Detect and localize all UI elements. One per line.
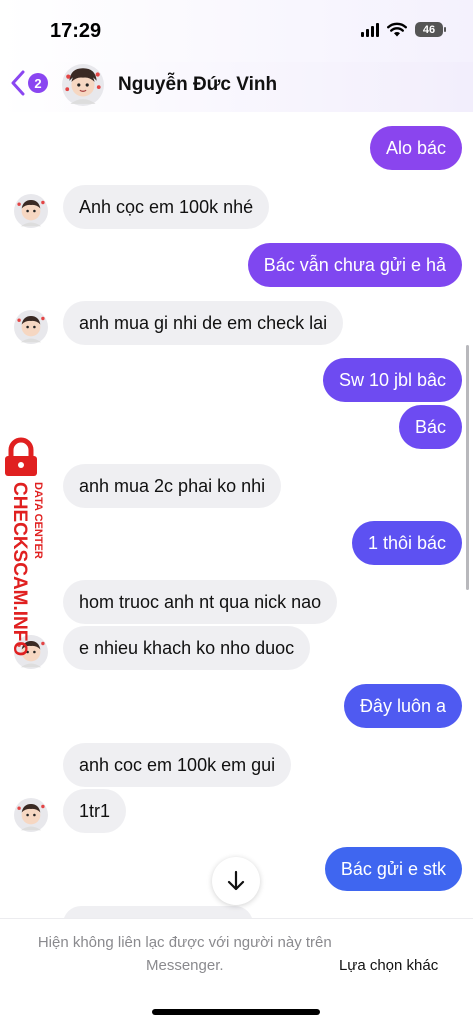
message-bubble-incoming[interactable]: e nhieu khach ko nho duoc xyxy=(63,626,311,670)
unavailable-notice: Hiện không liên lạc được với người này t… xyxy=(0,931,473,977)
watermark-sub-text: DATA CENTER xyxy=(32,482,44,559)
other-options-link[interactable]: Lựa chọn khác xyxy=(339,957,438,974)
message-bubble-outgoing[interactable]: Bác vẫn chưa gửi e hả xyxy=(247,243,462,287)
message-bubble-outgoing[interactable]: 1 thôi bác xyxy=(351,521,462,565)
status-bar: 17:29 46 xyxy=(0,0,473,62)
home-indicator[interactable] xyxy=(152,1009,320,1015)
message-bubble-outgoing[interactable]: Bác xyxy=(398,405,462,449)
contact-name[interactable]: Nguyễn Đức Vinh xyxy=(118,74,277,96)
message-bubble-incoming[interactable]: Anh cọc em 100k nhé xyxy=(63,185,270,229)
chevron-left-icon xyxy=(10,70,26,96)
wifi-icon xyxy=(387,22,407,37)
sender-avatar[interactable] xyxy=(14,310,48,344)
conversation-header: 2 Nguyễn Đức Vinh xyxy=(0,62,473,112)
message-bubble-incoming[interactable]: hom truoc anh nt qua nick nao xyxy=(63,580,338,624)
message-bubble-outgoing[interactable]: Sw 10 jbl bâc xyxy=(322,358,462,402)
arrow-down-icon xyxy=(227,870,245,891)
status-time: 17:29 xyxy=(50,20,102,42)
sender-avatar[interactable] xyxy=(14,798,48,832)
message-bubble-outgoing[interactable]: Đây luôn a xyxy=(343,684,462,728)
watermark-brand-text: CHECKSCAM.INFO xyxy=(9,482,30,656)
contact-avatar[interactable] xyxy=(62,64,104,106)
status-icons: 46 xyxy=(361,22,446,37)
scrollbar[interactable] xyxy=(466,345,469,590)
message-bubble-incoming[interactable]: 1tr1 xyxy=(63,789,127,833)
message-bubble-incoming[interactable]: anh mua 2c phai ko nhi xyxy=(63,464,282,508)
unavailable-notice-text: Hiện không liên lạc được với người này t… xyxy=(37,934,332,974)
cellular-signal-icon xyxy=(361,22,379,37)
back-button[interactable]: 2 xyxy=(10,70,48,96)
scroll-to-bottom-button[interactable] xyxy=(212,857,260,905)
checkscam-watermark-logo: CHECKSCAM.INFO DATA CENTER xyxy=(5,437,44,656)
unread-count-badge: 2 xyxy=(28,73,48,93)
message-bubble-incoming[interactable]: anh coc em 100k em gui xyxy=(63,743,292,787)
message-bubble-outgoing[interactable]: Alo bác xyxy=(369,126,462,170)
battery-icon: 46 xyxy=(415,22,446,37)
message-bubble-outgoing[interactable]: Bác gửi e stk xyxy=(324,847,462,891)
message-bubble-incoming[interactable]: anh mua gi nhi de em check lai xyxy=(63,301,344,345)
sender-avatar[interactable] xyxy=(14,194,48,228)
